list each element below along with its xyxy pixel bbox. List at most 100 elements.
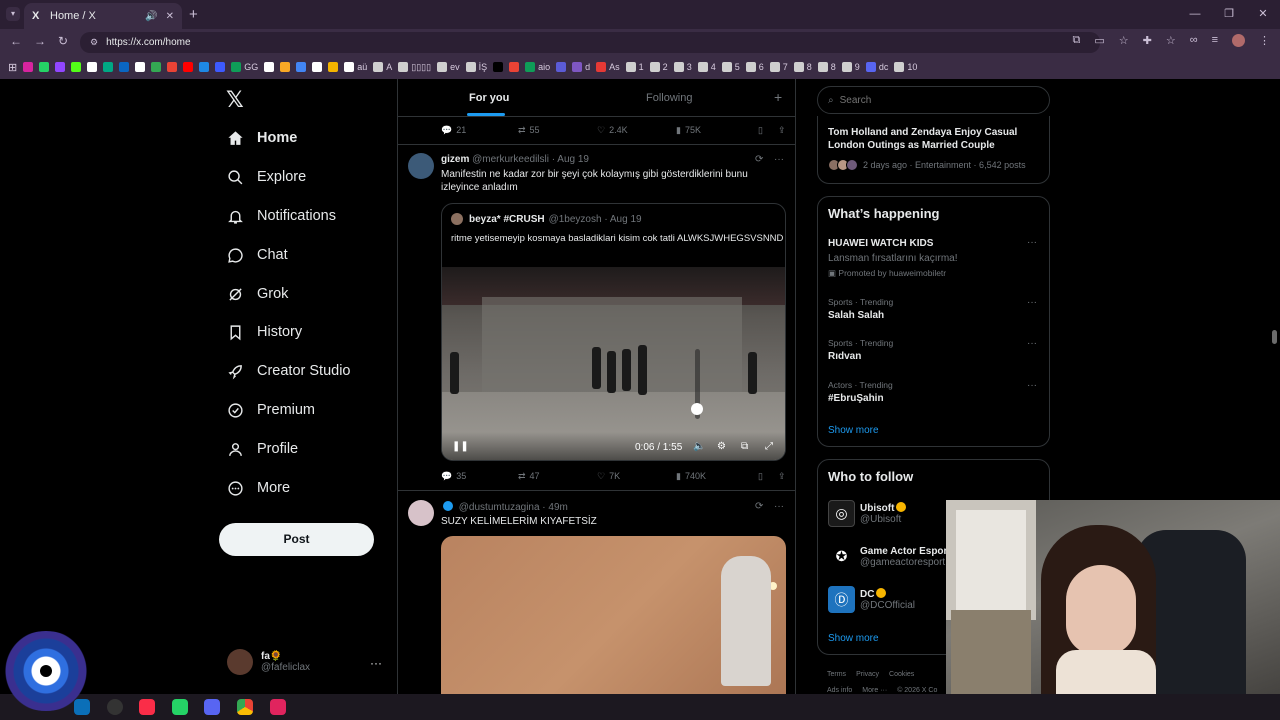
vpn-icon[interactable]: ∞ <box>1190 34 1198 47</box>
repost-button[interactable]: ⇄ 47 <box>518 471 597 482</box>
bookmark-item[interactable]: 3 <box>673 62 692 72</box>
footer-link[interactable]: Terms <box>827 671 846 678</box>
bookmark-tweet-icon[interactable]: ▯ <box>758 125 778 136</box>
nav-history[interactable]: History <box>226 318 302 346</box>
tab-search-button[interactable]: ▾ <box>6 7 20 21</box>
trend-more-icon[interactable]: ··· <box>1027 338 1037 349</box>
views-button[interactable]: ▮ 75K <box>676 125 758 136</box>
post-button[interactable]: Post <box>219 523 374 556</box>
bookmark-item[interactable] <box>509 62 520 72</box>
forward-arrow-icon[interactable]: → <box>34 34 46 48</box>
bookmark-item[interactable]: 8 <box>817 62 836 72</box>
bookmark-item[interactable] <box>71 62 82 72</box>
bookmark-item[interactable] <box>87 62 98 72</box>
bookmark-item[interactable]: 1 <box>625 62 644 72</box>
new-tab-button[interactable]: + <box>189 6 198 23</box>
trend-name[interactable]: Rıdvan <box>828 351 861 362</box>
site-info-icon[interactable]: ⚙ <box>90 37 98 48</box>
views-button[interactable]: ▮ 740K <box>676 471 758 482</box>
back-arrow-icon[interactable]: ← <box>10 34 22 48</box>
bookmark-tweet-icon[interactable]: ▯ <box>758 471 778 482</box>
address-bar[interactable]: ⚙ https://x.com/home <box>80 32 1100 53</box>
bookmark-item[interactable]: dc <box>865 62 888 72</box>
nav-profile[interactable]: Profile <box>226 435 298 463</box>
trend-more-icon[interactable]: ··· <box>1027 237 1037 248</box>
bookmark-star-icon[interactable]: ☆ <box>1119 34 1129 47</box>
bookmark-item[interactable]: aio <box>525 62 550 72</box>
taskbar-obs-icon[interactable] <box>107 699 123 715</box>
taskbar-whatsapp-icon[interactable] <box>172 699 188 715</box>
taskbar-discord-icon[interactable] <box>204 699 220 715</box>
trend-name[interactable]: Salah Salah <box>828 310 884 321</box>
follow-suggestion[interactable]: ✪ Game Actor Espor @gameactoresport <box>828 543 947 570</box>
bookmark-item[interactable]: 6 <box>745 62 764 72</box>
repost-button[interactable]: ⇄ 55 <box>518 125 597 136</box>
nav-more[interactable]: More <box>226 474 290 502</box>
bookmark-item[interactable] <box>556 62 567 72</box>
trend-name[interactable]: #EbruŞahin <box>828 393 884 404</box>
bookmark-item[interactable]: 2 <box>649 62 668 72</box>
tab-close-icon[interactable]: ✕ <box>166 11 174 22</box>
nav-notifications[interactable]: Notifications <box>226 202 336 230</box>
bookmark-item[interactable]: ev <box>437 62 460 72</box>
minimize-button[interactable]: — <box>1178 0 1212 29</box>
grok-tweet-icon[interactable]: ⟳ <box>755 501 763 512</box>
settings-gear-icon[interactable]: ⚙ <box>717 441 726 452</box>
search-input[interactable] <box>839 94 1030 106</box>
reply-button[interactable]: 💬 35 <box>441 471 518 482</box>
bookmark-item[interactable]: ▯▯▯▯ <box>398 62 431 73</box>
close-window-button[interactable]: ✕ <box>1246 0 1280 29</box>
bookmark-item[interactable]: 4 <box>697 62 716 72</box>
share-icon[interactable]: ⇪ <box>778 471 786 482</box>
bookmark-item[interactable] <box>215 62 226 72</box>
bookmark-item[interactable]: İŞ <box>465 62 487 72</box>
tweet-more-icon[interactable]: ··· <box>774 154 784 165</box>
nav-grok[interactable]: Grok <box>226 280 288 308</box>
taskbar-chrome-icon[interactable] <box>237 699 253 715</box>
footer-link[interactable]: Privacy <box>856 671 879 678</box>
like-button[interactable]: ♡ 2.4K <box>597 125 676 136</box>
trend-more-icon[interactable]: ··· <box>1027 380 1037 391</box>
bookmark-item[interactable] <box>167 62 178 72</box>
bookmark-item[interactable] <box>296 62 307 72</box>
tab-following[interactable]: Following <box>646 92 692 104</box>
like-button[interactable]: ♡ 7K <box>597 471 676 482</box>
browser-tab-home[interactable]: X Home / X 🔊 ✕ <box>24 3 182 29</box>
bookmark-item[interactable] <box>135 62 146 72</box>
bookmark-item[interactable] <box>280 62 291 72</box>
bookmark-item[interactable] <box>199 62 210 72</box>
reply-button[interactable]: 💬 21 <box>441 125 518 136</box>
cast-icon[interactable]: ▭ <box>1094 34 1104 47</box>
news-title[interactable]: Tom Holland and Zendaya Enjoy Casual Lon… <box>828 126 1043 152</box>
menu-icon[interactable]: ⋮ <box>1259 34 1270 47</box>
taskbar-music-icon[interactable] <box>139 699 155 715</box>
nav-explore[interactable]: Explore <box>226 163 306 191</box>
translate-icon[interactable]: ⧉ <box>1073 34 1081 47</box>
page-scrollbar[interactable] <box>1272 330 1277 344</box>
picture-in-picture-icon[interactable]: ⧉ <box>741 441 748 452</box>
volume-slider-handle[interactable] <box>691 402 703 415</box>
profile-avatar-icon[interactable] <box>1232 34 1245 47</box>
avatar[interactable] <box>408 500 434 526</box>
taskbar-app-icon[interactable] <box>74 699 90 715</box>
grok-tweet-icon[interactable]: ⟳ <box>755 154 763 165</box>
avatar[interactable] <box>408 153 434 179</box>
tweet-more-icon[interactable]: ··· <box>774 501 784 512</box>
x-logo-icon[interactable]: 𝕏 <box>226 88 244 113</box>
bookmark-item[interactable]: GG <box>231 62 258 72</box>
nav-home[interactable]: Home <box>226 124 297 152</box>
bookmark-item[interactable] <box>183 62 194 72</box>
tweet-media-image[interactable] <box>441 536 786 720</box>
search-box[interactable]: ⌕ <box>817 86 1050 114</box>
bookmark-item[interactable] <box>151 62 162 72</box>
bookmark-item[interactable] <box>493 62 504 72</box>
reload-icon[interactable]: ↻ <box>58 34 68 48</box>
bookmark-item[interactable] <box>264 62 275 72</box>
add-feed-icon[interactable]: + <box>774 89 782 105</box>
taskbar-app-icon[interactable] <box>270 699 286 715</box>
show-more-follow-link[interactable]: Show more <box>828 633 879 644</box>
bookmark-item[interactable]: 8 <box>793 62 812 72</box>
fullscreen-icon[interactable]: ⤢ <box>765 441 773 452</box>
bookmark-item[interactable]: aü <box>344 62 367 72</box>
bookmark-item[interactable] <box>119 62 130 72</box>
